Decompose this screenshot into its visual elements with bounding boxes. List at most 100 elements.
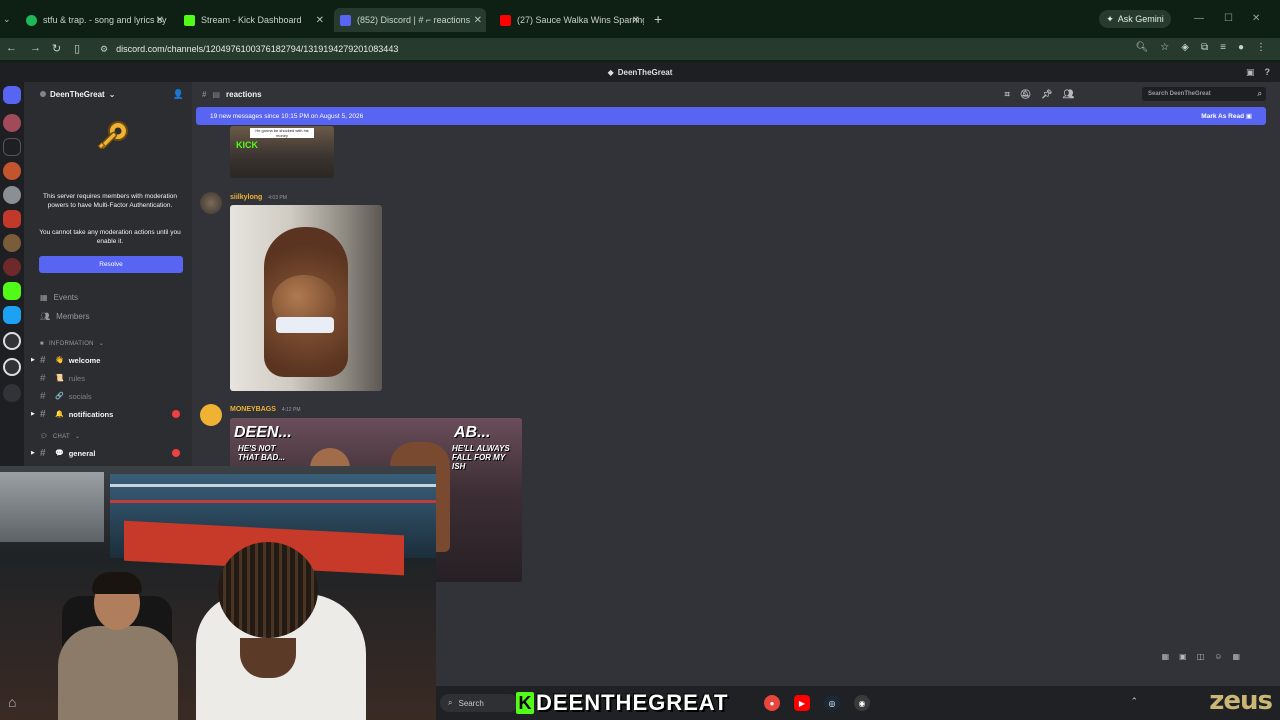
help-icon[interactable]: ? xyxy=(1265,67,1271,78)
ask-gemini-label: Ask Gemini xyxy=(1117,14,1164,24)
resolve-button[interactable]: Resolve xyxy=(39,256,183,273)
image-text: DEEN... xyxy=(234,424,292,441)
site-info-icon[interactable]: ⚙ xyxy=(100,44,108,55)
hash-icon: # xyxy=(202,89,207,99)
extension-icon[interactable]: ◈ xyxy=(1181,42,1189,53)
sticker-icon[interactable]: ▣ xyxy=(1179,652,1187,668)
minimize-icon[interactable]: — xyxy=(1194,13,1204,24)
search-input[interactable]: Search DeenTheGreat ⌕ xyxy=(1142,87,1266,101)
chevron-down-icon: ⌄ xyxy=(98,341,105,347)
member-list-icon[interactable]: 👥︎ xyxy=(1063,89,1074,100)
menu-icon[interactable]: ⋮ xyxy=(1256,42,1266,53)
tab-search-icon[interactable]: ⌄ xyxy=(3,14,11,25)
channel-notifications[interactable]: ▶ # 🔔 notifications xyxy=(31,407,188,421)
browser-tab-bar: ⌄ stfu & trap. - song and lyrics by ✕ St… xyxy=(0,0,1280,38)
profile-icon[interactable]: ● xyxy=(1238,42,1244,53)
tab-youtube[interactable]: (27) Sauce Walka Wins Sparring ✕ xyxy=(494,8,644,32)
add-server-icon[interactable] xyxy=(3,332,21,350)
webcam-background xyxy=(110,484,436,487)
kick-k-icon: K xyxy=(516,692,534,714)
obs-icon[interactable]: ◉ xyxy=(854,695,870,711)
gift-icon[interactable]: ◫ xyxy=(1197,652,1205,668)
back-icon[interactable]: ← xyxy=(6,42,17,54)
mfa-notice: This server requires members with modera… xyxy=(42,193,178,209)
sidebar-icon[interactable]: ▯ xyxy=(74,42,80,55)
hash-icon: # xyxy=(40,447,46,459)
download-icon[interactable] xyxy=(3,384,21,402)
server-icon[interactable] xyxy=(3,186,21,204)
message-image[interactable]: He gonna be shocked with his money KICK xyxy=(230,126,334,178)
channel-name: welcome xyxy=(68,355,101,365)
apps-icon[interactable]: ▦ xyxy=(1232,652,1240,668)
inbox-icon[interactable]: ▣ xyxy=(1246,67,1255,78)
channel-welcome[interactable]: ▶ # 👋 welcome xyxy=(31,353,188,367)
channel-name: rules xyxy=(68,373,85,383)
notification-bell-icon[interactable]: 🔕︎ xyxy=(1020,89,1031,100)
taskbar-search[interactable]: ⌕ Search xyxy=(440,694,518,712)
unread-indicator: ▶ xyxy=(31,357,35,363)
nav-label: Members xyxy=(56,311,90,321)
avatar[interactable] xyxy=(200,404,222,426)
server-icon[interactable] xyxy=(3,210,21,228)
close-window-icon[interactable]: ✕ xyxy=(1252,13,1260,24)
server-icon[interactable] xyxy=(3,258,21,276)
maximize-icon[interactable]: ☐ xyxy=(1224,13,1233,24)
tab-discord[interactable]: (852) Discord | # ⌐ reactions ✕ xyxy=(334,8,486,32)
channel-emoji: 👋 xyxy=(55,357,64,364)
message-author[interactable]: MONEYBAGS 4:12 PM xyxy=(230,406,300,413)
close-tab-icon[interactable]: ✕ xyxy=(474,15,482,26)
channel-socials[interactable]: # 🔗 socials xyxy=(40,389,188,403)
server-icon[interactable] xyxy=(3,282,21,300)
gemini-icon: ✦ xyxy=(1106,13,1114,24)
close-tab-icon[interactable]: ✕ xyxy=(632,15,640,26)
bookmark-star-icon[interactable]: ☆ xyxy=(1160,42,1169,53)
gif-icon[interactable]: ▦ xyxy=(1162,652,1170,668)
zoom-icon[interactable]: 🔍︎ xyxy=(1136,42,1149,53)
ask-gemini-button[interactable]: ✦ Ask Gemini xyxy=(1099,10,1171,28)
close-tab-icon[interactable]: ✕ xyxy=(316,15,324,26)
category-information[interactable]: ■ INFORMATION ⌄ xyxy=(40,340,105,348)
reload-icon[interactable]: ↻ xyxy=(52,42,61,55)
avatar[interactable] xyxy=(200,192,222,214)
pin-icon[interactable]: 📌︎ xyxy=(1041,89,1052,100)
nav-members[interactable]: 👥︎ Members xyxy=(40,309,90,323)
forward-icon[interactable]: → xyxy=(30,42,41,54)
tray-chevron-icon[interactable]: ⌃ xyxy=(1130,696,1138,707)
emoji-icon[interactable]: ☺ xyxy=(1214,652,1222,668)
server-icon[interactable] xyxy=(3,234,21,252)
nav-events[interactable]: ▦ Events xyxy=(40,290,78,304)
server-icon[interactable] xyxy=(3,162,21,180)
close-tab-icon[interactable]: ✕ xyxy=(156,15,164,26)
tab-title: (852) Discord | # ⌐ reactions xyxy=(357,15,471,25)
server-icon-small: ◆ xyxy=(607,67,614,77)
server-icon[interactable] xyxy=(3,306,21,324)
tab-spotify[interactable]: stfu & trap. - song and lyrics by ✕ xyxy=(20,8,168,32)
threads-icon[interactable]: ⌗ xyxy=(1005,89,1010,100)
server-dm-home[interactable] xyxy=(3,86,21,104)
chrome-icon[interactable]: ● xyxy=(764,695,780,711)
channel-emoji: 💬 xyxy=(55,450,64,457)
url-field[interactable]: ⚙ discord.com/channels/12049761003761827… xyxy=(100,40,1100,58)
kick-icon xyxy=(184,14,195,26)
channel-sidebar: DeenTheGreat ⌄ 👤 This server requires me… xyxy=(24,82,192,477)
channel-general[interactable]: ▶ # 💬 general xyxy=(31,446,188,460)
server-icon[interactable] xyxy=(3,138,21,156)
explore-icon[interactable] xyxy=(3,358,21,376)
steam-icon[interactable]: ◎ xyxy=(824,695,840,711)
channel-rules[interactable]: # 📜 rules xyxy=(40,371,188,385)
category-chat[interactable]: 💬︎ CHAT ⌄ xyxy=(40,433,80,441)
taskbar-apps: ● ▶ ◎ ◉ xyxy=(764,695,870,711)
new-tab-button[interactable]: + xyxy=(654,11,662,27)
channel-name: socials xyxy=(68,391,92,401)
server-name-header[interactable]: DeenTheGreat ⌄ 👤 xyxy=(24,82,192,106)
youtube-icon[interactable]: ▶ xyxy=(794,695,810,711)
invite-icon[interactable]: 👤 xyxy=(173,89,184,100)
tab-kick[interactable]: Stream - Kick Dashboard ✕ xyxy=(178,8,328,32)
message-image[interactable] xyxy=(230,205,382,391)
message-author[interactable]: siilkylong 4:03 PM xyxy=(230,194,287,201)
discord-icon xyxy=(340,14,351,26)
server-icon[interactable] xyxy=(3,114,21,132)
puzzle-icon[interactable]: ⧉ xyxy=(1201,42,1208,53)
media-icon[interactable]: ≡ xyxy=(1220,42,1226,53)
channel-name: general xyxy=(68,448,96,458)
